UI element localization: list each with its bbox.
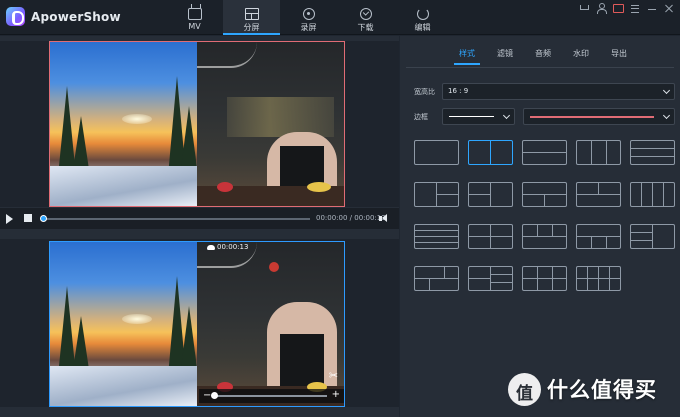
tab-audio[interactable]: 音频 [524,45,562,67]
layout-template[interactable] [468,224,513,249]
watermark-logo-icon [508,372,541,406]
tab-watermark[interactable]: 水印 [562,45,600,67]
mountain-video-pane[interactable] [50,42,197,206]
chevron-down-icon [662,111,671,120]
tab-download[interactable]: 下载 [337,0,394,35]
tab-record[interactable]: 录屏 [280,0,337,35]
kitchen-video-pane[interactable] [197,242,344,406]
site-watermark: 什么值得买 [508,370,657,408]
layout-template[interactable] [630,140,675,165]
user-icon[interactable] [596,3,607,14]
tab-filter[interactable]: 滤镜 [486,45,524,67]
mountain-video-pane[interactable] [50,242,197,406]
snow-shape [50,366,197,406]
tab-edit[interactable]: 编辑 [394,0,451,35]
aspect-ratio-value: 16 : 9 [448,87,469,95]
tab-label: 编辑 [414,23,431,32]
fruit-shape [307,182,331,192]
settings-tabs: 样式 滤镜 音频 水印 导出 [448,45,638,67]
apple-shape [269,262,279,272]
split-edit-frame[interactable] [49,241,345,407]
tab-label: 分屏 [243,23,260,32]
layout-template[interactable] [576,224,621,249]
aspect-ratio-label: 宽高比 [414,88,435,96]
record-icon [302,8,315,20]
fruit-shape [217,182,233,192]
layout-template[interactable] [522,266,567,291]
layout-template[interactable] [522,182,567,207]
border-label: 边框 [414,113,428,121]
clip-time-text: 00:00:13 [217,243,249,251]
border-style-select[interactable] [442,108,515,125]
layout-template[interactable] [630,224,675,249]
layout-template[interactable] [576,140,621,165]
zoom-in-icon[interactable]: + [332,389,340,400]
settings-panel: 样式 滤镜 音频 水印 导出 宽高比 16 : 9 边框 [400,36,680,417]
title-bar: ApowerShow MV 分屏 录屏 下载 编辑 [0,0,680,35]
progress-handle[interactable] [40,215,47,222]
menu-icon[interactable] [630,3,640,13]
chevron-down-icon [502,111,511,120]
tab-mv[interactable]: MV [166,0,223,35]
layout-template[interactable] [468,182,513,207]
tab-label: 录屏 [300,23,317,32]
window-controls [579,3,674,14]
download-icon [359,8,372,20]
border-color-sample [530,116,654,118]
clip-handle[interactable] [211,392,218,399]
split-screen-icon [244,8,259,20]
sun-glow [122,114,152,124]
layout-template[interactable] [414,266,459,291]
scissors-icon[interactable]: ✂ [327,369,340,382]
layout-template[interactable] [468,266,513,291]
close-icon[interactable] [664,3,674,13]
playback-controls: 00:00:00 / 00:00:13 [0,208,399,229]
watermark-text: 什么值得买 [547,378,657,402]
layout-template[interactable] [522,140,567,165]
message-icon[interactable] [613,3,624,13]
app-title: ApowerShow [31,10,121,24]
app-logo-icon [6,7,25,26]
preview-area: 00:00:00 / 00:00:13 00:00:13 ✂ − + [0,36,399,417]
layout-template[interactable] [414,224,459,249]
cart-icon[interactable] [579,3,589,13]
layout-template-selected[interactable] [468,140,513,165]
layout-template[interactable] [576,182,621,207]
tab-export[interactable]: 导出 [600,45,638,67]
play-icon[interactable] [6,214,13,224]
layout-template[interactable] [414,140,459,165]
tab-style[interactable]: 样式 [448,45,486,67]
decor-shape [197,42,257,68]
tab-label: MV [188,22,201,31]
layout-template[interactable] [522,224,567,249]
edit-icon [416,8,429,20]
main-preview [0,41,399,207]
layout-template[interactable] [414,182,459,207]
chevron-down-icon [662,86,671,95]
split-preview-frame[interactable] [49,41,345,207]
layout-template[interactable] [630,182,675,207]
minimize-icon[interactable] [647,3,657,13]
border-color-select[interactable] [523,108,675,125]
sun-glow [122,314,152,324]
tab-divider [406,67,674,68]
volume-icon[interactable] [379,214,389,223]
clip-track[interactable] [215,395,327,397]
kitchen-video-pane[interactable] [197,42,344,206]
clip-trim-bar: − + [199,389,344,403]
tab-label: 下载 [357,23,374,32]
clip-duration: 00:00:13 [207,243,248,253]
mode-tabs: MV 分屏 录屏 下载 编辑 [166,0,451,35]
stop-icon[interactable] [24,214,32,222]
border-line-sample [449,116,494,117]
playback-time: 00:00:00 / 00:00:13 [316,214,386,222]
shelf-shape [227,97,334,137]
layout-template[interactable] [576,266,621,291]
aspect-ratio-select[interactable]: 16 : 9 [442,83,675,100]
tab-split-screen[interactable]: 分屏 [223,0,280,35]
tv-icon [187,8,202,20]
snow-shape [50,166,197,206]
cloud-icon [207,244,215,250]
progress-track[interactable] [42,218,310,220]
